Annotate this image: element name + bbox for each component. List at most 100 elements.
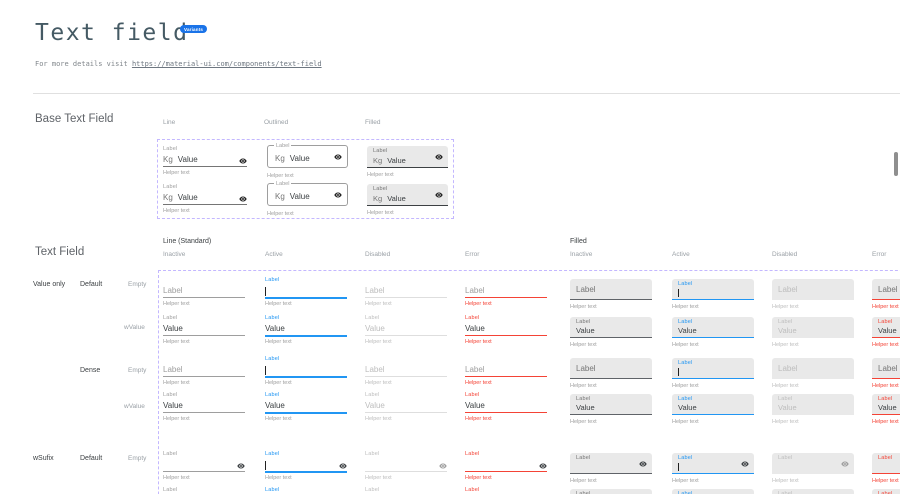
textfield-line-disabled[interactable]: LabelHelper text — [365, 451, 447, 485]
textfield-filled-disabled[interactable]: LabelHelper text — [772, 451, 854, 485]
field-input[interactable] — [465, 458, 547, 470]
textfield-filled-error[interactable]: LabelValueHelper text — [872, 392, 900, 426]
textfield-filled-inactive[interactable]: LabelValueHelper text — [570, 487, 652, 494]
textfield-line-active[interactable]: LabelHelper text — [265, 356, 347, 390]
textfield-line-error[interactable]: LabelValueHelper text — [465, 392, 547, 426]
textfield-filled-disabled[interactable]: LabelValueHelper text — [772, 487, 854, 494]
field-box[interactable]: Label — [872, 453, 900, 474]
field-box[interactable]: LabelKgValue — [367, 146, 448, 168]
field-box[interactable]: Label — [872, 279, 900, 300]
field-box[interactable]: LabelValue — [872, 317, 900, 338]
visibility-icon[interactable] — [239, 157, 247, 165]
textfield-filled-inactive[interactable]: LabelHelper text — [570, 356, 652, 390]
field-input[interactable]: KgValue — [163, 153, 247, 165]
field-box[interactable]: Label — [672, 453, 754, 474]
visibility-icon[interactable] — [334, 153, 342, 161]
textfield-line-disabled[interactable]: LabelHelper text — [365, 277, 447, 311]
textfield-line-error[interactable]: LabelValueHelper text — [465, 315, 547, 349]
visibility-icon[interactable] — [237, 462, 245, 470]
textfield-line-disabled[interactable]: LabelValueHelper text — [365, 315, 447, 349]
field-input[interactable]: Value — [265, 399, 347, 411]
field-input[interactable]: Label — [365, 284, 447, 296]
field-input[interactable]: KgValue — [275, 154, 310, 163]
field-input[interactable]: Label — [365, 363, 447, 375]
field-input[interactable]: Label — [465, 363, 547, 375]
field-box[interactable]: Label — [570, 279, 652, 300]
textfield-filled-active[interactable]: LabelHelper text — [672, 451, 754, 485]
textfield-line-inactive[interactable]: LabelHelper text — [163, 277, 245, 311]
field-box[interactable]: LabelValue — [772, 317, 854, 338]
textfield-line-error[interactable]: LabelHelper text — [465, 451, 547, 485]
base-textfield-line[interactable]: LabelKgValueHelper text — [163, 184, 247, 218]
scrollbar-thumb[interactable] — [894, 152, 898, 176]
field-input[interactable] — [265, 363, 347, 375]
field-input[interactable]: Value — [365, 322, 447, 334]
textfield-line-active[interactable]: LabelValueHelper text — [265, 487, 347, 494]
visibility-icon[interactable] — [841, 460, 849, 468]
textfield-line-inactive[interactable]: LabelValueHelper text — [163, 392, 245, 426]
textfield-line-error[interactable]: LabelHelper text — [465, 277, 547, 311]
field-box[interactable]: LabelValue — [772, 489, 854, 494]
field-input[interactable]: Value — [465, 399, 547, 411]
field-box[interactable]: LabelValue — [872, 489, 900, 494]
textfield-filled-disabled[interactable]: LabelHelper text — [772, 356, 854, 390]
visibility-icon[interactable] — [741, 460, 749, 468]
textfield-filled-inactive[interactable]: LabelValueHelper text — [570, 392, 652, 426]
field-box[interactable]: Label — [570, 358, 652, 379]
field-input[interactable]: KgValue — [275, 192, 310, 201]
textfield-filled-error[interactable]: LabelHelper text — [872, 356, 900, 390]
field-box[interactable]: Label — [872, 358, 900, 379]
visibility-icon[interactable] — [334, 191, 342, 199]
field-input[interactable]: Value — [163, 322, 245, 334]
field-input[interactable]: Label — [163, 284, 245, 296]
field-box[interactable]: Label — [570, 453, 652, 474]
field-input[interactable]: Label — [465, 284, 547, 296]
base-textfield-filled[interactable]: LabelKgValueHelper text — [367, 146, 448, 180]
base-textfield-line[interactable]: LabelKgValueHelper text — [163, 146, 247, 180]
textfield-line-disabled[interactable]: LabelHelper text — [365, 356, 447, 390]
field-box[interactable]: LabelKgValue — [267, 183, 348, 206]
textfield-line-error[interactable]: LabelHelper text — [465, 356, 547, 390]
textfield-filled-inactive[interactable]: LabelHelper text — [570, 451, 652, 485]
visibility-icon[interactable] — [239, 195, 247, 203]
visibility-icon[interactable] — [439, 462, 447, 470]
visibility-icon[interactable] — [339, 462, 347, 470]
field-box[interactable]: Label — [772, 453, 854, 474]
field-input[interactable]: Label — [163, 363, 245, 375]
textfield-line-active[interactable]: LabelValueHelper text — [265, 315, 347, 349]
field-box[interactable]: Label — [772, 279, 854, 300]
field-box[interactable]: LabelValue — [570, 394, 652, 415]
field-input[interactable] — [265, 458, 347, 470]
field-box[interactable]: LabelValue — [672, 394, 754, 415]
textfield-filled-active[interactable]: LabelValueHelper text — [672, 392, 754, 426]
textfield-line-active[interactable]: LabelHelper text — [265, 277, 347, 311]
textfield-line-active[interactable]: LabelHelper text — [265, 451, 347, 485]
textfield-filled-error[interactable]: LabelValueHelper text — [872, 315, 900, 349]
textfield-filled-error[interactable]: LabelValueHelper text — [872, 487, 900, 494]
textfield-line-error[interactable]: LabelValueHelper text — [465, 487, 547, 494]
field-box[interactable]: Label — [772, 358, 854, 379]
field-box[interactable]: Label — [672, 279, 754, 300]
textfield-line-inactive[interactable]: LabelValueHelper text — [163, 487, 245, 494]
textfield-line-inactive[interactable]: LabelValueHelper text — [163, 315, 245, 349]
field-input[interactable]: KgValue — [163, 191, 247, 203]
textfield-filled-error[interactable]: LabelHelper text — [872, 451, 900, 485]
textfield-filled-disabled[interactable]: LabelValueHelper text — [772, 392, 854, 426]
base-textfield-outlined[interactable]: LabelKgValueHelper text — [267, 184, 348, 218]
field-input[interactable]: Value — [465, 322, 547, 334]
textfield-filled-error[interactable]: LabelHelper text — [872, 277, 900, 311]
textfield-line-inactive[interactable]: LabelHelper text — [163, 451, 245, 485]
textfield-filled-disabled[interactable]: LabelHelper text — [772, 277, 854, 311]
textfield-line-disabled[interactable]: LabelValueHelper text — [365, 392, 447, 426]
textfield-filled-active[interactable]: LabelHelper text — [672, 356, 754, 390]
field-box[interactable]: LabelKgValue — [267, 145, 348, 168]
base-textfield-filled[interactable]: LabelKgValueHelper text — [367, 184, 448, 218]
visibility-icon[interactable] — [639, 460, 647, 468]
field-box[interactable]: Label — [672, 358, 754, 379]
field-input[interactable]: KgValue — [373, 194, 406, 203]
textfield-filled-active[interactable]: LabelValueHelper text — [672, 487, 754, 494]
textfield-filled-active[interactable]: LabelHelper text — [672, 277, 754, 311]
field-box[interactable]: LabelValue — [872, 394, 900, 415]
field-input[interactable]: Value — [163, 399, 245, 411]
visibility-icon[interactable] — [539, 462, 547, 470]
